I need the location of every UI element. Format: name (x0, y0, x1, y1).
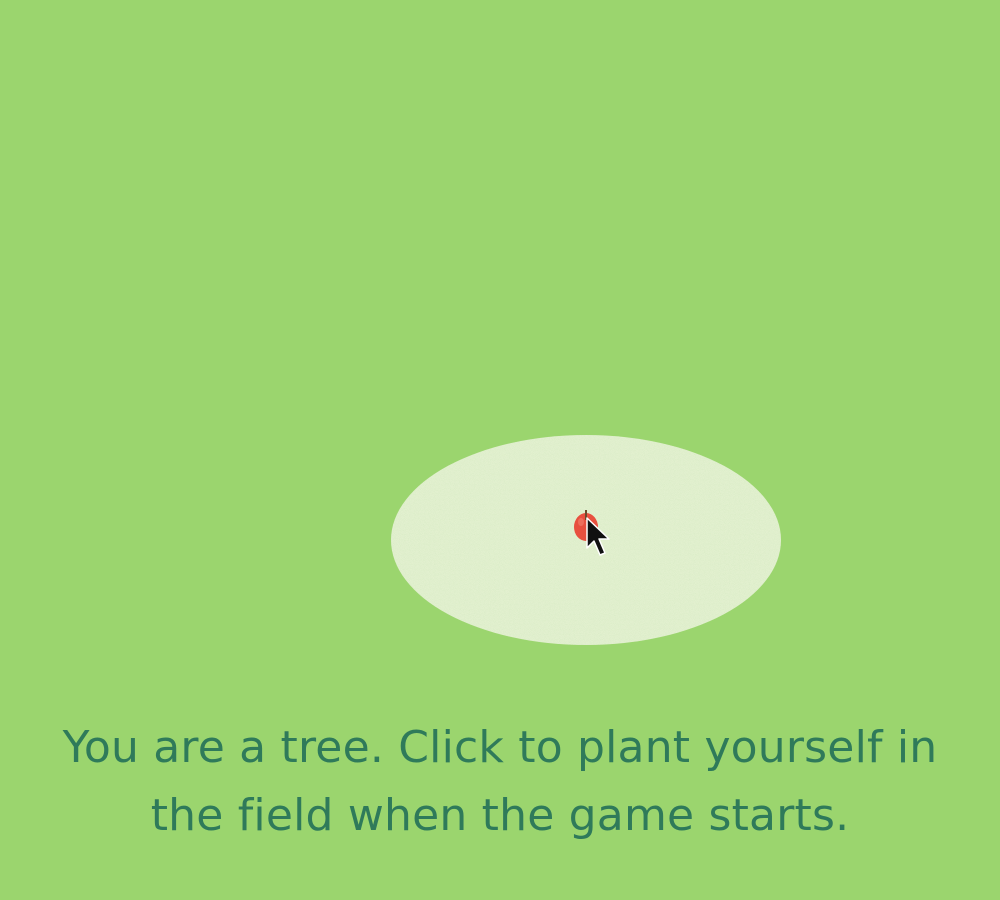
game-field[interactable] (0, 0, 1000, 680)
field-canvas[interactable] (0, 0, 1000, 680)
instruction-text: You are a tree. Click to plant yourself … (62, 722, 938, 841)
